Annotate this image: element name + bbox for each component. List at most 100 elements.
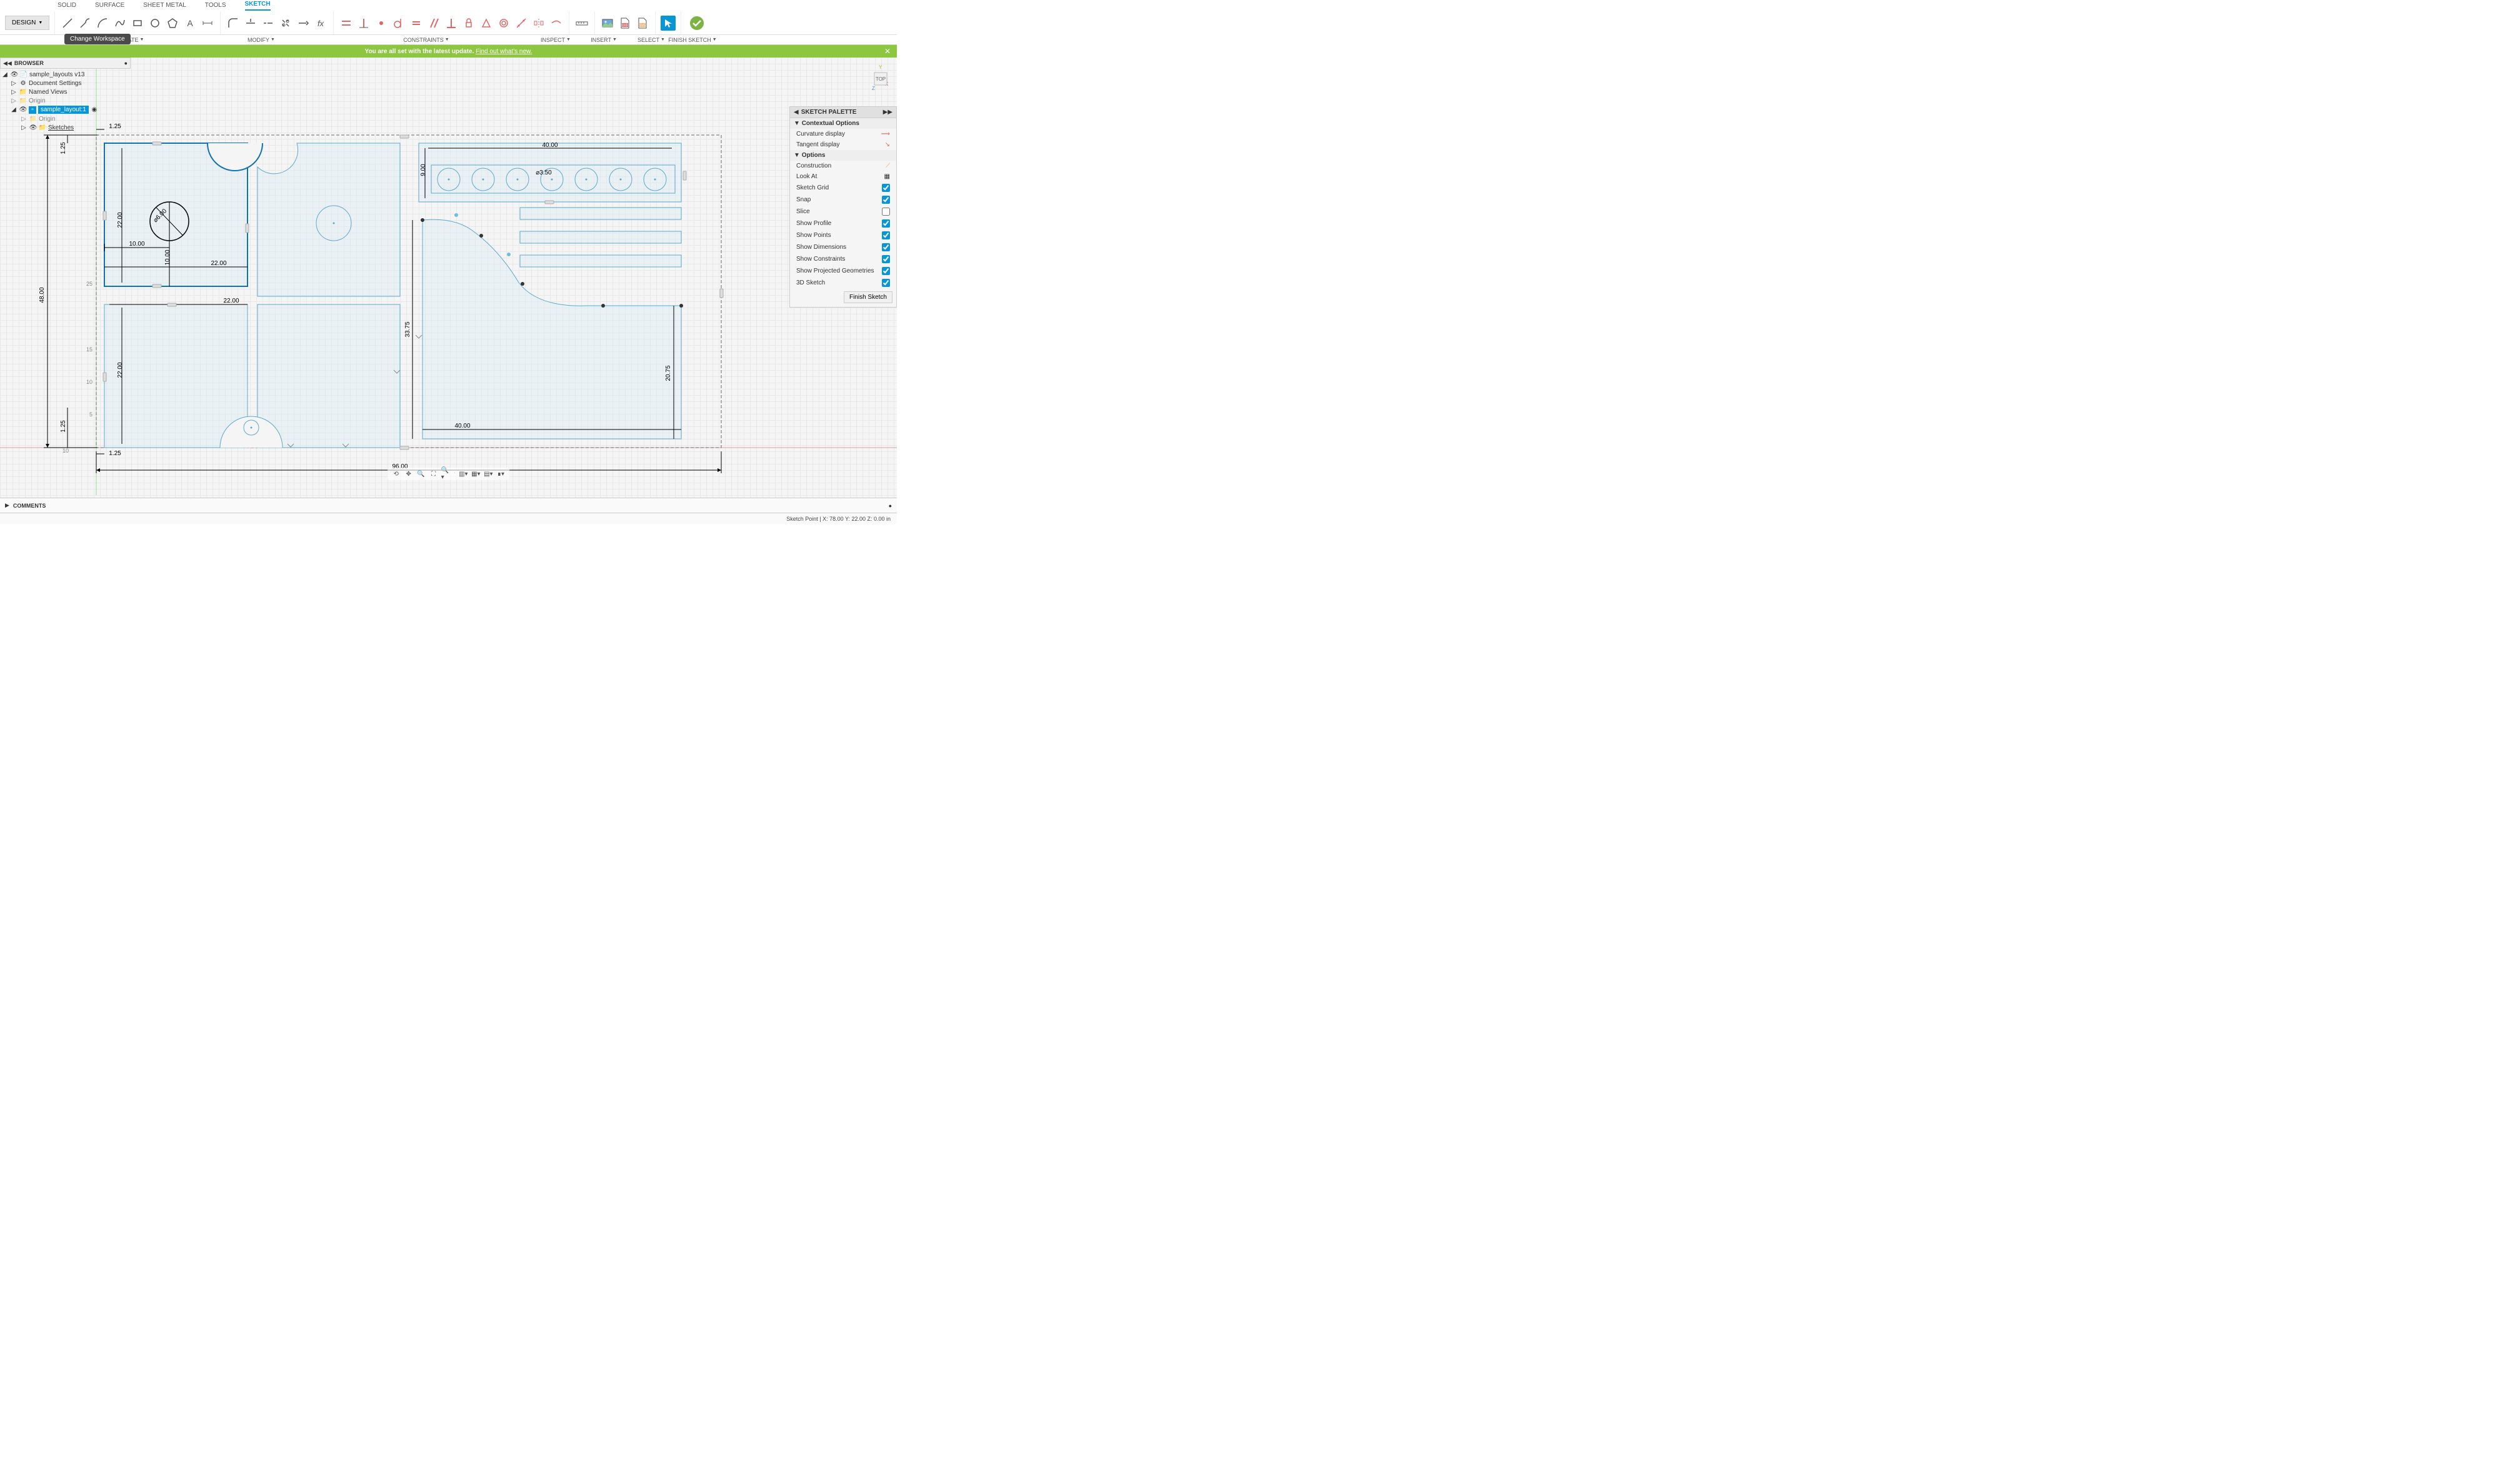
tree-item-namedviews[interactable]: ▷ 📁 Named Views bbox=[0, 88, 131, 96]
collapse-icon[interactable]: ◀ bbox=[794, 109, 799, 116]
pin-icon[interactable]: ● bbox=[889, 503, 892, 509]
checkbox[interactable] bbox=[882, 208, 890, 216]
pan-icon[interactable]: ✥ bbox=[404, 469, 414, 479]
checkbox[interactable] bbox=[882, 267, 890, 275]
visibility-icon[interactable]: 👁 bbox=[19, 106, 27, 114]
opt-3dsketch[interactable]: 3D Sketch bbox=[790, 277, 896, 289]
insert-menu[interactable]: INSERT▼ bbox=[572, 37, 635, 43]
close-icon[interactable]: ✕ bbox=[884, 47, 891, 56]
insert-dxf-icon[interactable]: DXF bbox=[618, 16, 632, 31]
viewcube[interactable]: Y X Z TOP bbox=[852, 64, 888, 94]
arc-tool-icon[interactable] bbox=[95, 16, 110, 31]
visibility-icon[interactable]: 👁 bbox=[11, 71, 18, 78]
checkbox[interactable] bbox=[882, 184, 890, 192]
palette-header[interactable]: ◀ SKETCH PALETTE ▶▶ bbox=[790, 107, 896, 118]
perpendicular-constraint-icon[interactable] bbox=[444, 16, 459, 31]
notification-link[interactable]: Find out what's new. bbox=[476, 48, 532, 55]
radio-icon[interactable]: ◉ bbox=[91, 106, 98, 114]
browser-header[interactable]: ◀◀ BROWSER ● bbox=[0, 58, 131, 69]
polygon-tool-icon[interactable] bbox=[165, 16, 180, 31]
fillet-tool-icon[interactable] bbox=[226, 16, 241, 31]
opt-sketchgrid[interactable]: Sketch Grid bbox=[790, 182, 896, 194]
checkbox[interactable] bbox=[882, 219, 890, 228]
ws-tab-sheetmetal[interactable]: SHEET METAL bbox=[143, 2, 186, 11]
fix-constraint-icon[interactable] bbox=[461, 16, 476, 31]
symmetry-constraint-icon[interactable] bbox=[531, 16, 546, 31]
expand-icon[interactable]: ▷ bbox=[20, 115, 28, 123]
expand-icon[interactable]: ▷ bbox=[10, 79, 18, 87]
workspace-button[interactable]: DESIGN ▼ bbox=[5, 16, 49, 30]
opt-tangent[interactable]: Tangent display↘ bbox=[790, 139, 896, 150]
concentric-constraint-icon[interactable] bbox=[496, 16, 511, 31]
expand-icon[interactable]: ▶▶ bbox=[883, 109, 892, 116]
line-tool-icon[interactable] bbox=[60, 16, 75, 31]
break-tool-icon[interactable] bbox=[278, 16, 293, 31]
expand-icon[interactable]: ▷ bbox=[20, 124, 28, 131]
opt-snap[interactable]: Snap bbox=[790, 194, 896, 206]
expand-icon[interactable]: ▶ bbox=[5, 502, 9, 509]
tree-item-origin[interactable]: ▷ 📁 Origin bbox=[0, 96, 131, 105]
display-icon[interactable]: ▥▾ bbox=[458, 469, 468, 479]
checkbox[interactable] bbox=[882, 243, 890, 251]
rectangle-tool-icon[interactable] bbox=[130, 16, 145, 31]
opt-curvature[interactable]: Curvature display⟿ bbox=[790, 129, 896, 139]
expand-icon[interactable]: ▷ bbox=[10, 88, 18, 96]
palette-section-options[interactable]: ▼ Options bbox=[790, 150, 896, 161]
ws-tab-tools[interactable]: TOOLS bbox=[205, 2, 226, 11]
grid-icon[interactable]: ▦▾ bbox=[471, 469, 481, 479]
horizontal-constraint-icon[interactable] bbox=[339, 16, 354, 31]
opt-showpoints[interactable]: Show Points bbox=[790, 229, 896, 241]
opt-slice[interactable]: Slice bbox=[790, 206, 896, 218]
ws-tab-sketch[interactable]: SKETCH bbox=[245, 1, 271, 11]
text-tool-icon[interactable]: A bbox=[182, 16, 198, 31]
measure-tool-icon[interactable] bbox=[574, 16, 589, 31]
checkbox[interactable] bbox=[882, 279, 890, 287]
tree-item-root[interactable]: ◢ 👁 📄 sample_layouts v13 bbox=[0, 70, 131, 79]
select-tool-icon[interactable] bbox=[661, 16, 676, 31]
palette-section-contextual[interactable]: ▼ Contextual Options bbox=[790, 118, 896, 129]
circle-tool-icon[interactable] bbox=[148, 16, 162, 31]
ws-tab-solid[interactable]: SOLID bbox=[58, 2, 76, 11]
spline-tool-icon[interactable] bbox=[112, 16, 128, 31]
ws-tab-surface[interactable]: SURFACE bbox=[95, 2, 124, 11]
capture-icon[interactable]: ∎▾ bbox=[496, 469, 506, 479]
opt-lookat[interactable]: Look At▦ bbox=[790, 171, 896, 182]
insert-image-icon[interactable] bbox=[600, 16, 615, 31]
finish-sketch-button[interactable]: Finish Sketch bbox=[844, 291, 892, 303]
trim-tool-icon[interactable] bbox=[243, 16, 258, 31]
curvature-constraint-icon[interactable] bbox=[549, 16, 564, 31]
tangent-constraint-icon[interactable] bbox=[391, 16, 406, 31]
opt-showprojected[interactable]: Show Projected Geometries bbox=[790, 265, 896, 277]
tree-item-comp-origin[interactable]: ▷ 📁 Origin bbox=[0, 114, 131, 123]
parallel-constraint-icon[interactable] bbox=[426, 16, 441, 31]
pin-icon[interactable]: ● bbox=[124, 60, 128, 66]
extend-tool-icon[interactable] bbox=[261, 16, 276, 31]
collinear-constraint-icon[interactable] bbox=[514, 16, 529, 31]
comments-bar[interactable]: ▶ COMMENTS ● bbox=[0, 498, 897, 513]
collapse-icon[interactable]: ◀◀ bbox=[3, 60, 12, 67]
orbit-icon[interactable]: ⟲ bbox=[391, 469, 401, 479]
finish-sketch-icon[interactable] bbox=[686, 16, 708, 31]
modify-menu[interactable]: MODIFY▼ bbox=[209, 37, 314, 43]
line-arc-tool-icon[interactable] bbox=[78, 16, 92, 31]
zoom-icon[interactable]: 🔍 bbox=[416, 469, 426, 479]
opt-showprofile[interactable]: Show Profile bbox=[790, 218, 896, 229]
opt-construction[interactable]: Construction⟋ bbox=[790, 161, 896, 171]
checkbox[interactable] bbox=[882, 231, 890, 239]
checkbox[interactable] bbox=[882, 196, 890, 204]
expand-icon[interactable]: ▷ bbox=[10, 97, 18, 104]
equal-constraint-icon[interactable] bbox=[409, 16, 424, 31]
equation-tool-icon[interactable]: fx bbox=[313, 16, 328, 31]
opt-showconstraints[interactable]: Show Constraints bbox=[790, 253, 896, 265]
expand-icon[interactable]: ◢ bbox=[10, 106, 18, 114]
zoom-window-icon[interactable]: 🔍▾ bbox=[441, 469, 451, 479]
opt-showdims[interactable]: Show Dimensions bbox=[790, 241, 896, 253]
inspect-menu[interactable]: INSPECT▼ bbox=[539, 37, 572, 43]
fit-icon[interactable]: ⛶ bbox=[429, 469, 439, 479]
select-menu[interactable]: SELECT▼ bbox=[635, 37, 668, 43]
midpoint-constraint-icon[interactable] bbox=[479, 16, 494, 31]
constraints-menu[interactable]: CONSTRAINTS▼ bbox=[314, 37, 539, 43]
finish-menu[interactable]: FINISH SKETCH▼ bbox=[668, 37, 718, 43]
tree-item-docsettings[interactable]: ▷ ⚙ Document Settings bbox=[0, 79, 131, 88]
vertical-constraint-icon[interactable] bbox=[356, 16, 371, 31]
